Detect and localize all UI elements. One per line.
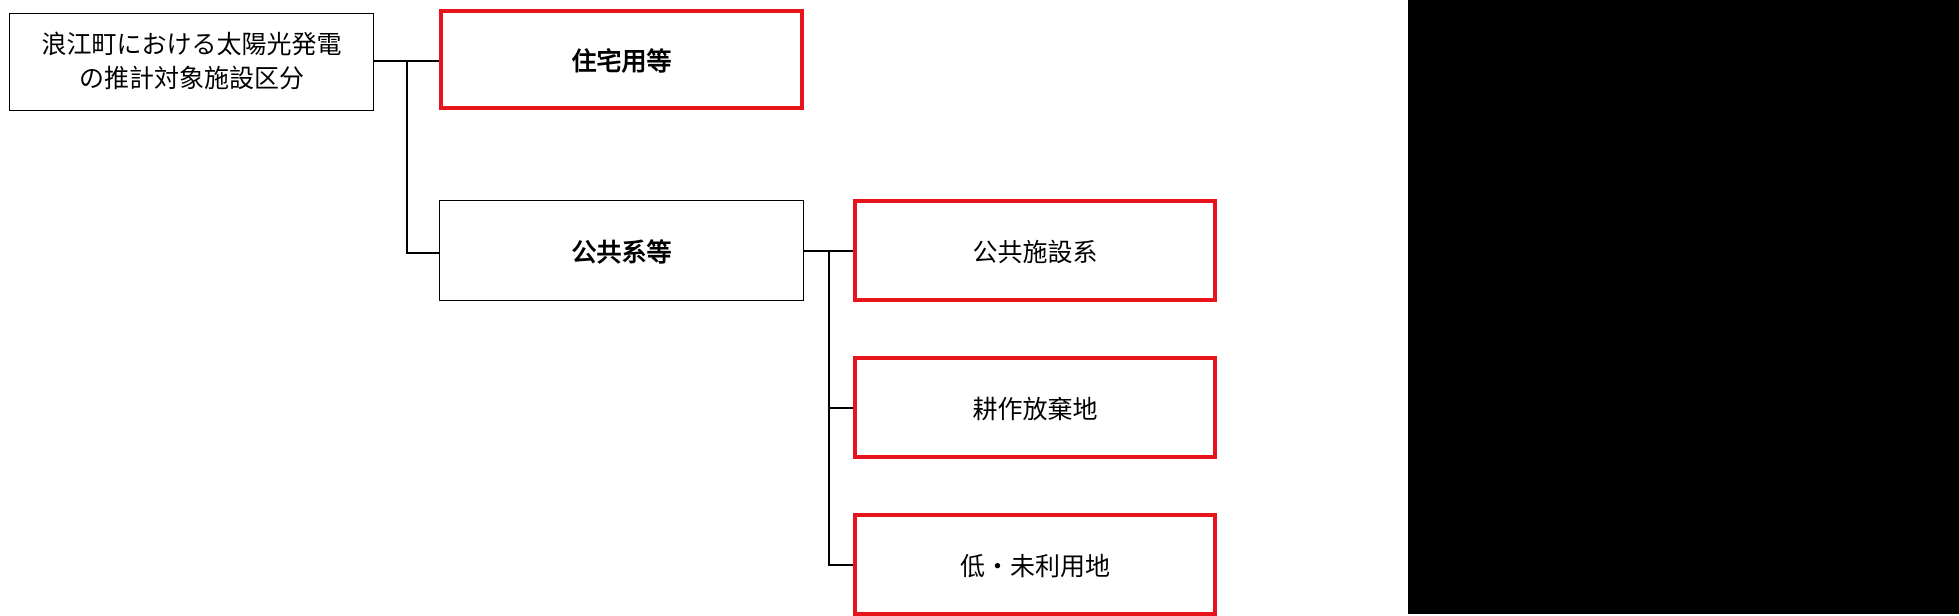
root-node-label-line2: の推計対象施設区分	[78, 64, 304, 93]
connector-public-trunk	[804, 250, 829, 252]
connector-to-abandoned-farmland	[828, 407, 853, 409]
connector-level1-vertical	[406, 60, 408, 253]
node-public: 公共系等	[439, 200, 804, 301]
node-unused-land-label: 低・未利用地	[959, 551, 1110, 581]
node-abandoned-farmland-label: 耕作放棄地	[972, 394, 1098, 424]
node-public-label: 公共系等	[571, 237, 672, 267]
node-public-facilities-label: 公共施設系	[972, 237, 1098, 267]
right-black-panel	[1408, 0, 1959, 614]
root-node: 浪江町における太陽光発電 の推計対象施設区分	[9, 13, 374, 111]
node-unused-land: 低・未利用地	[853, 513, 1217, 616]
connector-to-public-facilities	[828, 250, 853, 252]
connector-to-public	[406, 252, 439, 254]
node-housing-label: 住宅用等	[571, 46, 672, 76]
connector-to-housing	[406, 60, 439, 62]
node-housing: 住宅用等	[439, 9, 804, 110]
connector-to-unused-land	[828, 564, 853, 566]
node-public-facilities: 公共施設系	[853, 199, 1217, 302]
node-abandoned-farmland: 耕作放棄地	[853, 356, 1217, 459]
connector-root-trunk	[374, 60, 407, 62]
root-node-label-line1: 浪江町における太陽光発電	[41, 30, 342, 59]
